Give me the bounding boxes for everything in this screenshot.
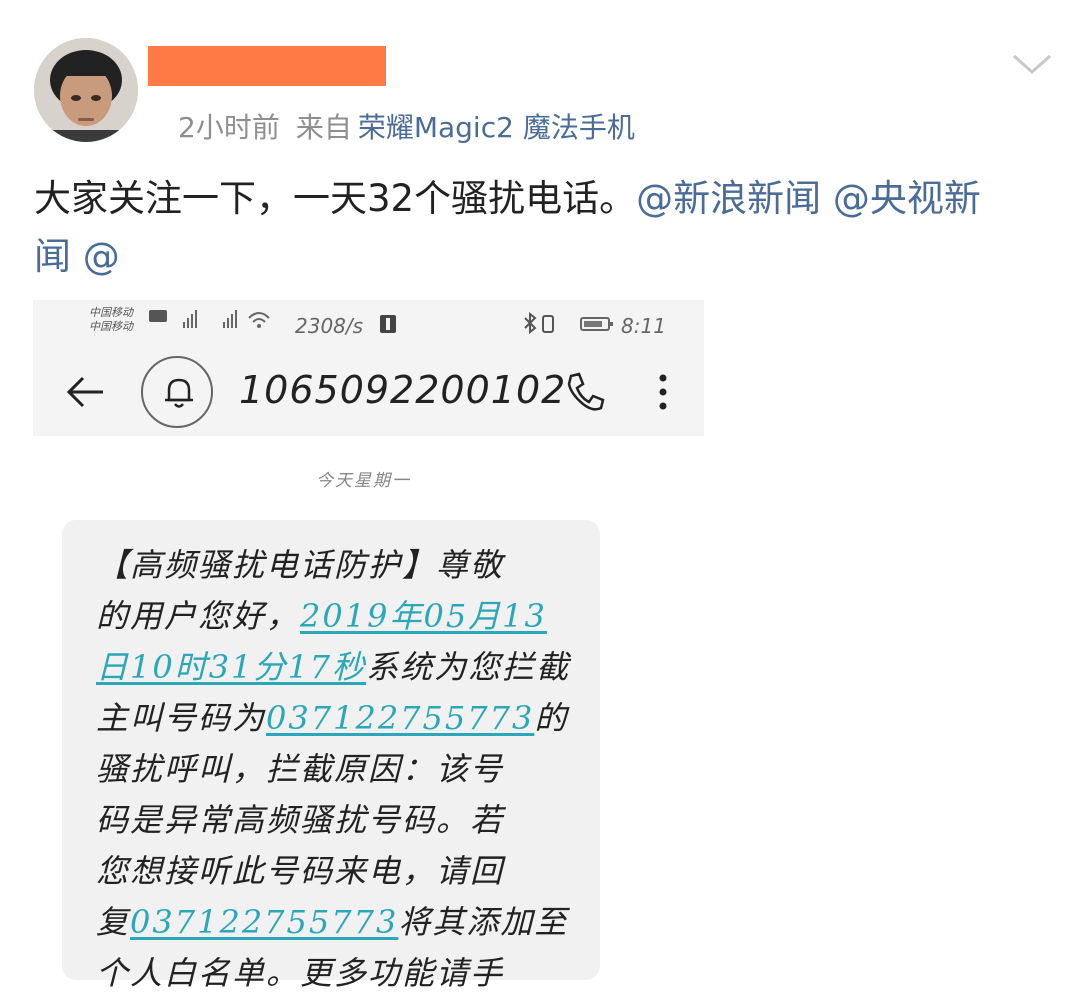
bell-icon[interactable] (141, 356, 213, 428)
embedded-screenshot-header[interactable]: 中国移动 中国移动 2308/s 8:11 1065092200102 (33, 300, 704, 436)
message-line: 日10时31分17秒系统为您拦截 (96, 642, 568, 693)
status-icons (524, 312, 613, 335)
message-fragment: 的用户您好， (96, 597, 301, 635)
phone-call-icon[interactable] (563, 370, 607, 414)
post-text: 大家关注一下，一天32个骚扰电话。@新浪新闻 @央视新 闻 @ (34, 170, 1054, 286)
message-fragment: 系统为您拦截 (366, 648, 571, 686)
message-fragment: 将其添加至 (398, 903, 569, 941)
status-time: 8:11 (621, 314, 666, 338)
contact-number: 1065092200102 (239, 368, 567, 412)
phone-link[interactable]: 037122755773 (266, 699, 534, 737)
avatar[interactable] (34, 38, 138, 142)
notification-icon (380, 315, 396, 333)
data-rate: 2308/s (295, 314, 364, 338)
mention-link[interactable]: @新浪新闻 (636, 177, 821, 220)
message-line: 主叫号码为037122755773的 (96, 693, 566, 744)
chevron-down-icon[interactable] (1010, 50, 1054, 78)
mention-link[interactable]: @ (83, 235, 120, 278)
carrier-line: 中国移动 (89, 320, 133, 333)
message-line: 的用户您好，2019年05月13 (96, 591, 566, 642)
message-line: 码是异常高频骚扰号码。若 (96, 801, 505, 839)
message-line: 复037122755773将其添加至 (96, 897, 566, 948)
message-fragment: 主叫号码为 (96, 699, 267, 737)
message-line: 您想接听此号码来电，请回 (96, 852, 505, 890)
message-fragment: 复 (96, 903, 131, 941)
post-source[interactable]: 荣耀Magic2 魔法手机 (358, 111, 635, 144)
message-fragment: 的 (534, 699, 569, 737)
message-line: 个人白名单。更多功能请手 (96, 954, 505, 992)
signal-icon (149, 310, 270, 328)
mention-link[interactable]: 闻 (34, 235, 71, 278)
mention-link[interactable]: @央视新 (833, 177, 981, 220)
carrier-line: 中国移动 (89, 306, 133, 319)
post-body: 大家关注一下，一天32个骚扰电话。 (34, 177, 637, 220)
status-bar: 中国移动 中国移动 2308/s 8:11 (33, 300, 704, 346)
message-line: 骚扰呼叫，拦截原因：该号 (96, 750, 505, 788)
date-link[interactable]: 日10时31分17秒 (96, 648, 366, 686)
post-time: 2小时前 (178, 111, 280, 144)
carrier-text: 中国移动 中国移动 (89, 306, 133, 334)
message-line: 【高频骚扰电话防护】尊敬 (96, 546, 505, 584)
username-redacted (148, 46, 386, 86)
phone-link[interactable]: 037122755773 (130, 903, 398, 941)
post-meta: 2小时前 来自 荣耀Magic2 魔法手机 (178, 106, 635, 146)
message-text: 【高频骚扰电话防护】尊敬 的用户您好，2019年05月13 日10时31分17秒… (96, 540, 568, 999)
back-arrow-icon[interactable] (63, 372, 107, 412)
from-label: 来自 (295, 111, 352, 144)
date-separator: 今天星期一 (316, 471, 411, 491)
date-link[interactable]: 2019年05月13 (300, 597, 547, 635)
more-vertical-icon[interactable] (653, 370, 673, 414)
